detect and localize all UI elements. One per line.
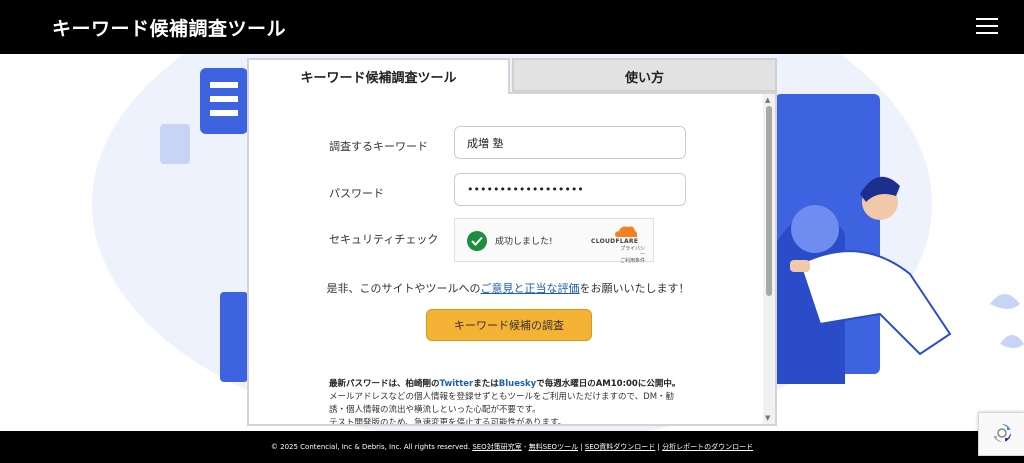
- scroll-up-arrow-icon[interactable]: ▲: [765, 96, 770, 104]
- search-keywords-button[interactable]: キーワード候補の調査: [426, 309, 592, 341]
- privacy-link[interactable]: プライバシー: [617, 246, 645, 258]
- footer-text: © 2025 Contencial, Inc & Debris, Inc. Al…: [0, 442, 1024, 452]
- feedback-request: 是非、このサイトやツールへのご意見と正当な評価をお願いいたします！: [249, 280, 767, 296]
- site-title[interactable]: キーワード候補調査ツール: [52, 14, 286, 41]
- hamburger-menu-icon[interactable]: [976, 17, 998, 35]
- password-notice: 最新パスワードは、柏崎剛のTwitterまたはBlueskyで毎週水曜日のAM1…: [329, 378, 689, 426]
- notice-line2: メールアドレスなどの個人情報を登録せずともツールをご利用いただけますので、DM・…: [329, 392, 675, 415]
- tool-panel: キーワード候補調査ツール 使い方 調査するキーワード パスワード セキュリティチ…: [247, 58, 777, 426]
- notice-line1-b: または: [473, 379, 499, 389]
- password-label: パスワード: [329, 187, 384, 200]
- footer-link-seo-lab[interactable]: SEO対策研究室: [472, 443, 521, 451]
- cloudflare-links[interactable]: プライバシー ご利用条件: [617, 246, 645, 264]
- security-check-label: セキュリティチェック: [329, 233, 439, 246]
- recaptcha-badge[interactable]: [978, 412, 1024, 456]
- feedback-prefix: 是非、このサイトやツールへの: [326, 282, 481, 295]
- twitter-link[interactable]: Twitter: [440, 379, 474, 389]
- footer-link-report-download[interactable]: 分析レポートのダウンロード: [662, 443, 753, 451]
- scroll-down-arrow-icon[interactable]: ▼: [765, 414, 770, 422]
- scroll-thumb[interactable]: [766, 106, 772, 296]
- cloudflare-brand: CLOUDFLARE: [591, 238, 639, 245]
- footer-separator: -: [521, 443, 529, 451]
- terms-link[interactable]: ご利用条件: [617, 258, 645, 264]
- cloudflare-cloud-icon: [615, 226, 637, 237]
- notice-line1-c: で毎週水曜日のAM10:00に公開中。: [536, 379, 681, 389]
- password-input[interactable]: [454, 173, 686, 206]
- panel-body: 調査するキーワード パスワード セキュリティチェック 成功しました! CLOUD…: [247, 92, 777, 426]
- notice-line3: テスト開発版のため、急速変更を停止する可能性があります。: [329, 418, 567, 426]
- success-check-icon: [467, 231, 487, 251]
- copyright: © 2025 Contencial, Inc & Debris, Inc. Al…: [270, 443, 471, 451]
- notice-line1-a: 最新パスワードは、柏崎剛の: [329, 379, 440, 389]
- bluesky-link[interactable]: Bluesky: [499, 379, 536, 389]
- cloudflare-turnstile-widget[interactable]: 成功しました! CLOUDFLARE プライバシー ご利用条件: [454, 218, 654, 264]
- captcha-status: 成功しました!: [495, 237, 553, 247]
- tab-keyword-tool[interactable]: キーワード候補調査ツール: [247, 58, 510, 94]
- footer-link-seo-download[interactable]: SEO資料ダウンロード: [585, 443, 655, 451]
- feedback-suffix: をお願いいたします！: [579, 282, 690, 295]
- panel-scrollbar[interactable]: ▲ ▼: [763, 94, 775, 424]
- recaptcha-icon: [993, 424, 1011, 442]
- site-header: キーワード候補調査ツール: [0, 0, 1024, 54]
- feedback-link[interactable]: ご意見と正当な評価: [481, 282, 580, 295]
- keyword-label: 調査するキーワード: [329, 140, 428, 153]
- footer-separator: |: [578, 443, 585, 451]
- footer-link-free-seo-tools[interactable]: 無料SEOツール: [529, 443, 578, 451]
- cloudflare-logo: CLOUDFLARE プライバシー ご利用条件: [591, 225, 647, 264]
- tab-how-to-use[interactable]: 使い方: [512, 58, 777, 92]
- site-footer: © 2025 Contencial, Inc & Debris, Inc. Al…: [0, 431, 1024, 463]
- keyword-input[interactable]: [454, 126, 686, 159]
